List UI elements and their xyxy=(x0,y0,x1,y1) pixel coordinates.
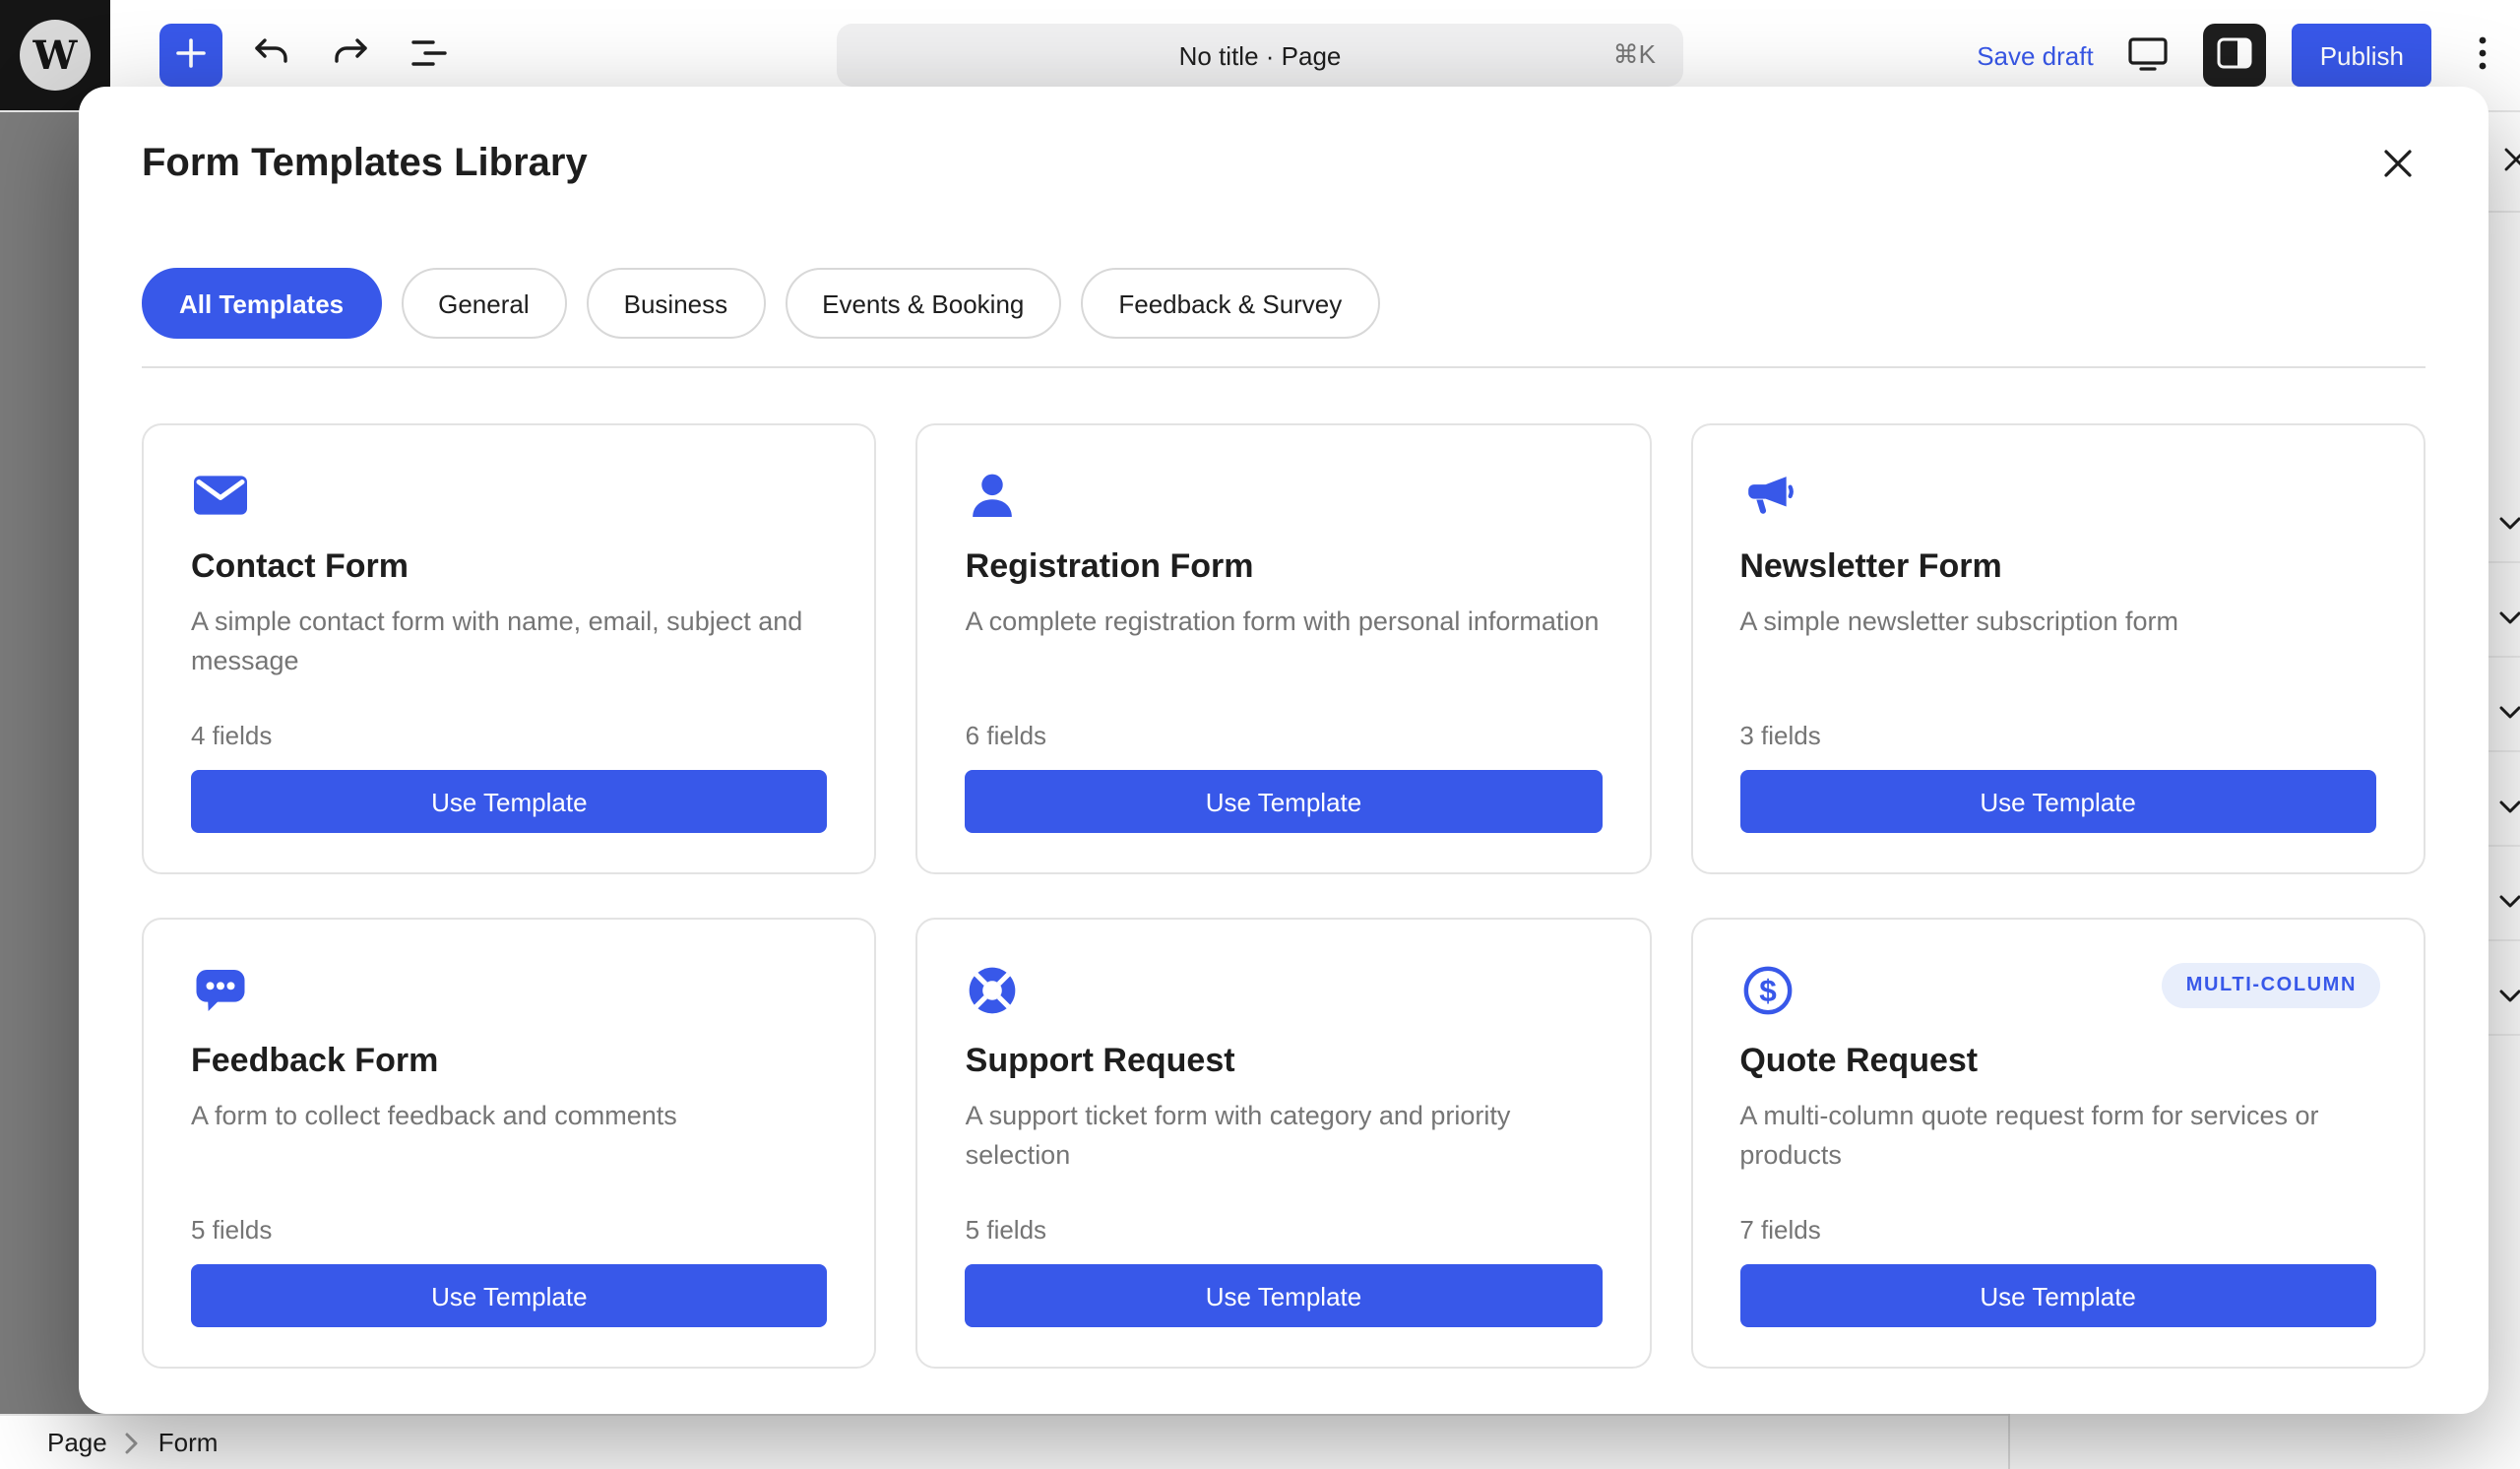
command-center-bar[interactable]: No title · Page ⌘K xyxy=(837,24,1683,87)
filter-tab-general[interactable]: General xyxy=(401,268,567,339)
chevron-right-icon xyxy=(125,1431,141,1454)
close-icon xyxy=(2374,139,2422,192)
modal-close-button[interactable] xyxy=(2374,142,2422,189)
preview-button[interactable] xyxy=(2119,26,2178,85)
undo-icon xyxy=(248,29,295,82)
template-card-contact-form: Contact Form A simple contact form with … xyxy=(142,423,877,874)
monitor-icon xyxy=(2125,29,2173,82)
template-field-count: 5 fields xyxy=(191,1215,828,1245)
filter-tab-events-booking[interactable]: Events & Booking xyxy=(785,268,1061,339)
chevron-down-icon xyxy=(2498,601,2520,616)
list-view-icon xyxy=(406,29,453,82)
template-card-support-request: Support Request A support ticket form wi… xyxy=(916,918,1652,1369)
dollar-circle-icon: $ xyxy=(1739,963,1798,1018)
template-title: Support Request xyxy=(966,1042,1603,1081)
chevron-down-icon xyxy=(2498,506,2520,522)
chat-bubble-icon xyxy=(191,963,250,1018)
block-inserter-button[interactable] xyxy=(159,24,222,87)
sidebar-panel-icon xyxy=(2212,29,2259,82)
lifebuoy-icon xyxy=(966,963,1025,1018)
multi-column-badge: MULTI-COLUMN xyxy=(2163,963,2380,1008)
wordpress-editor: Page Form W xyxy=(0,0,2520,1469)
template-card-feedback-form: Feedback Form A form to collect feedback… xyxy=(142,918,877,1369)
template-description: A simple newsletter subscription form xyxy=(1739,603,2376,721)
template-card-quote-request: $ MULTI-COLUMN Quote Request A multi-col… xyxy=(1690,918,2426,1369)
template-description: A support ticket form with category and … xyxy=(966,1097,1603,1215)
modal-header: Form Templates Library xyxy=(142,142,2426,197)
template-title: Newsletter Form xyxy=(1739,547,2376,587)
redo-icon xyxy=(327,29,374,82)
template-title: Quote Request xyxy=(1739,1042,2376,1081)
template-description: A form to collect feedback and comments xyxy=(191,1097,828,1215)
use-template-button[interactable]: Use Template xyxy=(191,770,828,833)
chevron-down-icon xyxy=(2498,790,2520,805)
chevron-down-icon xyxy=(2498,695,2520,711)
modal-title: Form Templates Library xyxy=(142,142,588,187)
plus-icon xyxy=(167,29,215,82)
template-filter-tabs: All Templates General Business Events & Boo… xyxy=(142,268,2426,339)
use-template-button[interactable]: Use Template xyxy=(1739,1264,2376,1327)
publish-button[interactable]: Publish xyxy=(2293,24,2431,87)
filter-tab-all-templates[interactable]: All Templates xyxy=(142,268,381,339)
breadcrumb-page[interactable]: Page xyxy=(47,1428,107,1457)
template-field-count: 6 fields xyxy=(966,721,1603,750)
person-icon xyxy=(966,469,1025,524)
template-card-registration-form: Registration Form A complete registratio… xyxy=(916,423,1652,874)
filter-tab-feedback-survey[interactable]: Feedback & Survey xyxy=(1081,268,1379,339)
use-template-button[interactable]: Use Template xyxy=(191,1264,828,1327)
envelope-icon xyxy=(191,469,250,524)
wordpress-logo-letter: W xyxy=(20,20,91,91)
save-draft-button[interactable]: Save draft xyxy=(1977,40,2094,70)
document-overview-button[interactable] xyxy=(406,32,453,79)
template-title: Feedback Form xyxy=(191,1042,828,1081)
chevron-down-icon xyxy=(2498,884,2520,900)
use-template-button[interactable]: Use Template xyxy=(966,770,1603,833)
undo-button[interactable] xyxy=(248,32,295,79)
template-grid: Contact Form A simple contact form with … xyxy=(142,423,2426,1369)
template-description: A multi-column quote request form for se… xyxy=(1739,1097,2376,1215)
template-field-count: 5 fields xyxy=(966,1215,1603,1245)
redo-button[interactable] xyxy=(327,32,374,79)
options-menu-button[interactable] xyxy=(2457,24,2508,87)
editor-footer: Page Form xyxy=(0,1414,2008,1469)
filter-tab-business[interactable]: Business xyxy=(587,268,766,339)
use-template-button[interactable]: Use Template xyxy=(966,1264,1603,1327)
template-field-count: 4 fields xyxy=(191,721,828,750)
svg-text:$: $ xyxy=(1759,973,1777,1008)
template-title: Registration Form xyxy=(966,547,1603,587)
template-field-count: 3 fields xyxy=(1739,721,2376,750)
template-field-count: 7 fields xyxy=(1739,1215,2376,1245)
document-title: No title · Page xyxy=(1179,40,1342,70)
kebab-icon xyxy=(2459,29,2506,82)
megaphone-icon xyxy=(1739,469,1798,524)
sidebar-close-icon[interactable] xyxy=(2496,140,2520,179)
chevron-down-icon xyxy=(2498,979,2520,994)
form-templates-modal: Form Templates Library All Templates Gene… xyxy=(79,87,2488,1414)
settings-toggle-button[interactable] xyxy=(2204,24,2267,87)
command-shortcut: ⌘K xyxy=(1613,39,1656,71)
template-description: A simple contact form with name, email, … xyxy=(191,603,828,721)
tabs-divider xyxy=(142,366,2426,368)
breadcrumb-form[interactable]: Form xyxy=(158,1428,219,1457)
template-description: A complete registration form with person… xyxy=(966,603,1603,721)
template-card-newsletter-form: Newsletter Form A simple newsletter subs… xyxy=(1690,423,2426,874)
template-title: Contact Form xyxy=(191,547,828,587)
use-template-button[interactable]: Use Template xyxy=(1739,770,2376,833)
